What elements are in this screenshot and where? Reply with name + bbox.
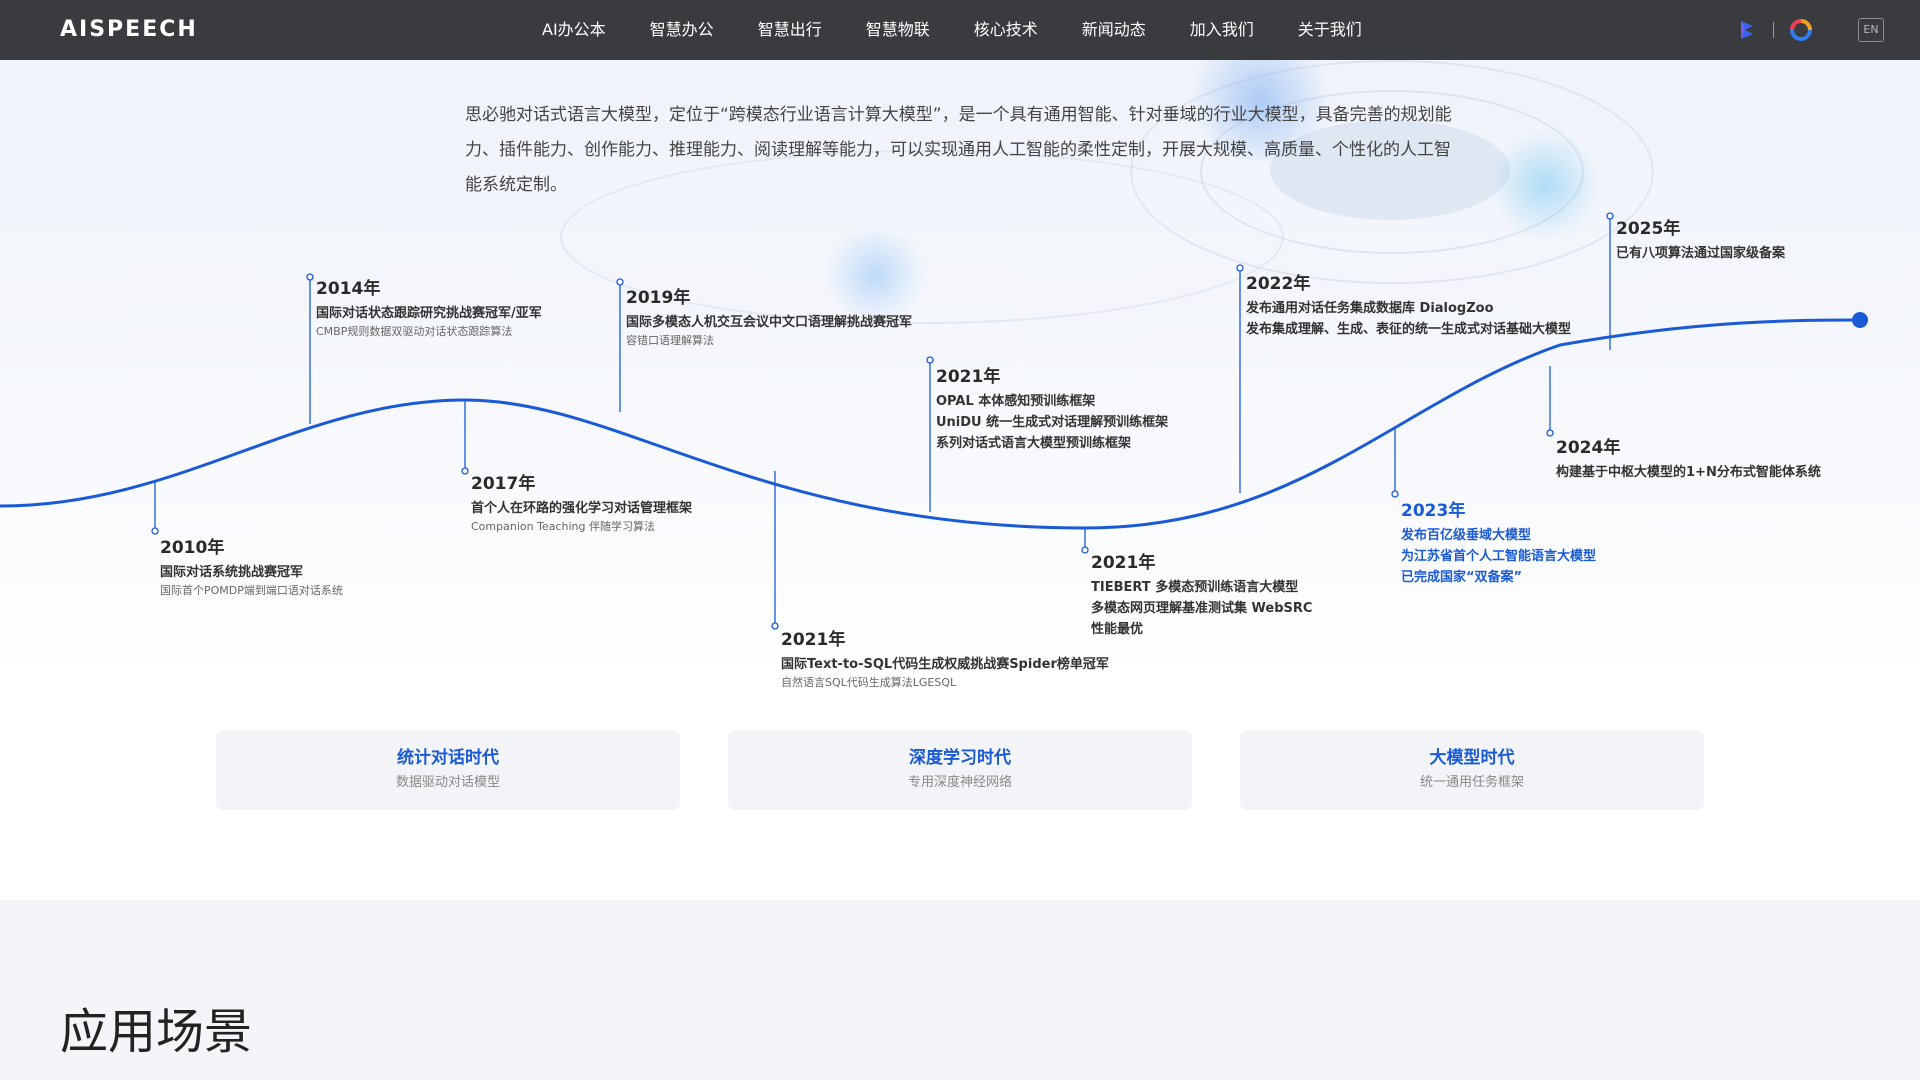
event-year: 2017年 <box>471 474 536 494</box>
nav-item-smart-office[interactable]: 智慧办公 <box>628 0 736 60</box>
nav-separator <box>1773 22 1774 38</box>
event-sub: 国际首个POMDP端到端口语对话系统 <box>160 584 343 597</box>
nav-item-core-tech[interactable]: 核心技术 <box>952 0 1060 60</box>
app-logo-icon[interactable] <box>1735 18 1759 42</box>
timeline-pin <box>1391 490 1399 498</box>
event-year: 2024年 <box>1556 438 1621 458</box>
event-year: 2022年 <box>1246 274 1311 294</box>
language-toggle-button[interactable]: EN <box>1858 18 1884 42</box>
timeline-event-2021-tiebert: 2021年 TIEBERT 多模态预训练语言大模型 多模态网页理解基准测试集 W… <box>1091 551 1312 640</box>
event-year: 2019年 <box>626 288 691 308</box>
timeline-pin <box>151 527 159 535</box>
event-line: 多模态网页理解基准测试集 WebSRC <box>1091 601 1313 616</box>
section-title: 应用场景 <box>60 1004 253 1060</box>
nav-item-ai-notebook[interactable]: AI办公本 <box>520 0 628 60</box>
era-card-deep-learning: 深度学习时代 专用深度神经网络 <box>728 730 1192 810</box>
timeline-pin <box>771 622 779 630</box>
era-card-statistical: 统计对话时代 数据驱动对话模型 <box>216 730 680 810</box>
event-sub: Companion Teaching 伴随学习算法 <box>471 520 655 533</box>
nav-item-join-us[interactable]: 加入我们 <box>1168 0 1276 60</box>
timeline-event-2023: 2023年 发布百亿级垂域大模型 为江苏省首个人工智能语言大模型 已完成国家“双… <box>1401 499 1596 588</box>
event-line: 已完成国家“双备案” <box>1401 570 1523 585</box>
event-line: 系列对话式语言大模型预训练框架 <box>936 436 1132 451</box>
event-line: OPAL 本体感知预训练框架 <box>936 394 1096 409</box>
event-line: TIEBERT 多模态预训练语言大模型 <box>1091 580 1299 595</box>
event-sub: 容错口语理解算法 <box>626 334 714 347</box>
timeline-pin <box>461 467 469 475</box>
timeline-event-2024: 2024年 构建基于中枢大模型的1+N分布式智能体系统 <box>1556 436 1821 483</box>
timeline-pin <box>1546 429 1554 437</box>
timeline-pin <box>926 356 934 364</box>
event-line: 构建基于中枢大模型的1+N分布式智能体系统 <box>1556 465 1821 480</box>
timeline-event-2022: 2022年 发布通用对话任务集成数据库 DialogZoo 发布集成理解、生成、… <box>1246 272 1571 340</box>
event-year: 2023年 <box>1401 501 1466 521</box>
timeline-pin <box>1236 264 1244 272</box>
application-scenarios-section: 应用场景 <box>0 900 1920 1080</box>
event-line: 国际Text-to-SQL代码生成权威挑战赛Spider榜单冠军 <box>781 657 1109 672</box>
era-title: 深度学习时代 <box>909 748 1011 768</box>
timeline-event-2021-spider: 2021年 国际Text-to-SQL代码生成权威挑战赛Spider榜单冠军 自… <box>781 628 1109 691</box>
event-line: 国际对话系统挑战赛冠军 <box>160 565 304 580</box>
event-line: 性能最优 <box>1091 622 1144 637</box>
event-line: 已有八项算法通过国家级备案 <box>1616 246 1786 261</box>
nav-right: EN <box>1735 16 1884 44</box>
era-subtitle: 数据驱动对话模型 <box>395 775 500 790</box>
timeline-event-2019: 2019年 国际多模态人机交互会议中文口语理解挑战赛冠军 容错口语理解算法 <box>626 286 912 349</box>
hero-section: 思必驰对话式语言大模型，定位于“跨模态行业语言计算大模型”，是一个具有通用智能、… <box>0 0 1920 900</box>
era-card-large-model: 大模型时代 统一通用任务框架 <box>1240 730 1704 810</box>
event-line: 发布通用对话任务集成数据库 DialogZoo <box>1246 301 1494 316</box>
event-year: 2025年 <box>1616 219 1681 239</box>
event-year: 2021年 <box>936 367 1001 387</box>
timeline-event-2021-opal: 2021年 OPAL 本体感知预训练框架 UniDU 统一生成式对话理解预训练框… <box>936 365 1168 454</box>
nav-item-about-us[interactable]: 关于我们 <box>1276 0 1384 60</box>
event-sub: 自然语言SQL代码生成算法LGESQL <box>781 676 957 689</box>
nav-item-news[interactable]: 新闻动态 <box>1060 0 1168 60</box>
era-subtitle: 专用深度神经网络 <box>907 775 1012 790</box>
timeline-end-dot <box>1852 312 1868 328</box>
era-title: 统计对话时代 <box>397 748 499 768</box>
event-line: 发布集成理解、生成、表征的统一生成式对话基础大模型 <box>1246 322 1572 337</box>
top-navbar: AISPEECH AI办公本 智慧办公 智慧出行 智慧物联 核心技术 新闻动态 … <box>0 0 1920 60</box>
timeline-pin <box>1081 546 1089 554</box>
timeline-event-2014: 2014年 国际对话状态跟踪研究挑战赛冠军/亚军 CMBP规则数据双驱动对话状态… <box>316 277 542 340</box>
era-subtitle: 统一通用任务框架 <box>1419 775 1524 790</box>
timeline-pin <box>1606 212 1614 220</box>
event-line: 发布百亿级垂域大模型 <box>1401 528 1532 543</box>
nav-links: AI办公本 智慧办公 智慧出行 智慧物联 核心技术 新闻动态 加入我们 关于我们 <box>520 0 1384 60</box>
nav-item-smart-travel[interactable]: 智慧出行 <box>736 0 844 60</box>
era-title: 大模型时代 <box>1429 748 1515 768</box>
event-line: 首个人在环路的强化学习对话管理框架 <box>471 501 693 516</box>
brand-logo[interactable]: AISPEECH <box>60 14 198 46</box>
event-year: 2021年 <box>1091 553 1156 573</box>
ring-logo-icon[interactable] <box>1788 17 1814 43</box>
event-line: 为江苏省首个人工智能语言大模型 <box>1401 549 1597 564</box>
timeline-event-2017: 2017年 首个人在环路的强化学习对话管理框架 Companion Teachi… <box>471 472 692 535</box>
event-line: 国际对话状态跟踪研究挑战赛冠军/亚军 <box>316 306 542 321</box>
event-year: 2021年 <box>781 630 846 650</box>
event-year: 2010年 <box>160 538 225 558</box>
event-year: 2014年 <box>316 279 381 299</box>
timeline-event-2010: 2010年 国际对话系统挑战赛冠军 国际首个POMDP端到端口语对话系统 <box>160 536 343 599</box>
timeline-pin <box>616 278 624 286</box>
nav-item-smart-iot[interactable]: 智慧物联 <box>844 0 952 60</box>
timeline-event-2025: 2025年 已有八项算法通过国家级备案 <box>1616 217 1785 264</box>
timeline-pin <box>306 273 314 281</box>
event-line: 国际多模态人机交互会议中文口语理解挑战赛冠军 <box>626 315 913 330</box>
event-sub: CMBP规则数据双驱动对话状态跟踪算法 <box>316 325 513 338</box>
event-line: UniDU 统一生成式对话理解预训练框架 <box>936 415 1169 430</box>
